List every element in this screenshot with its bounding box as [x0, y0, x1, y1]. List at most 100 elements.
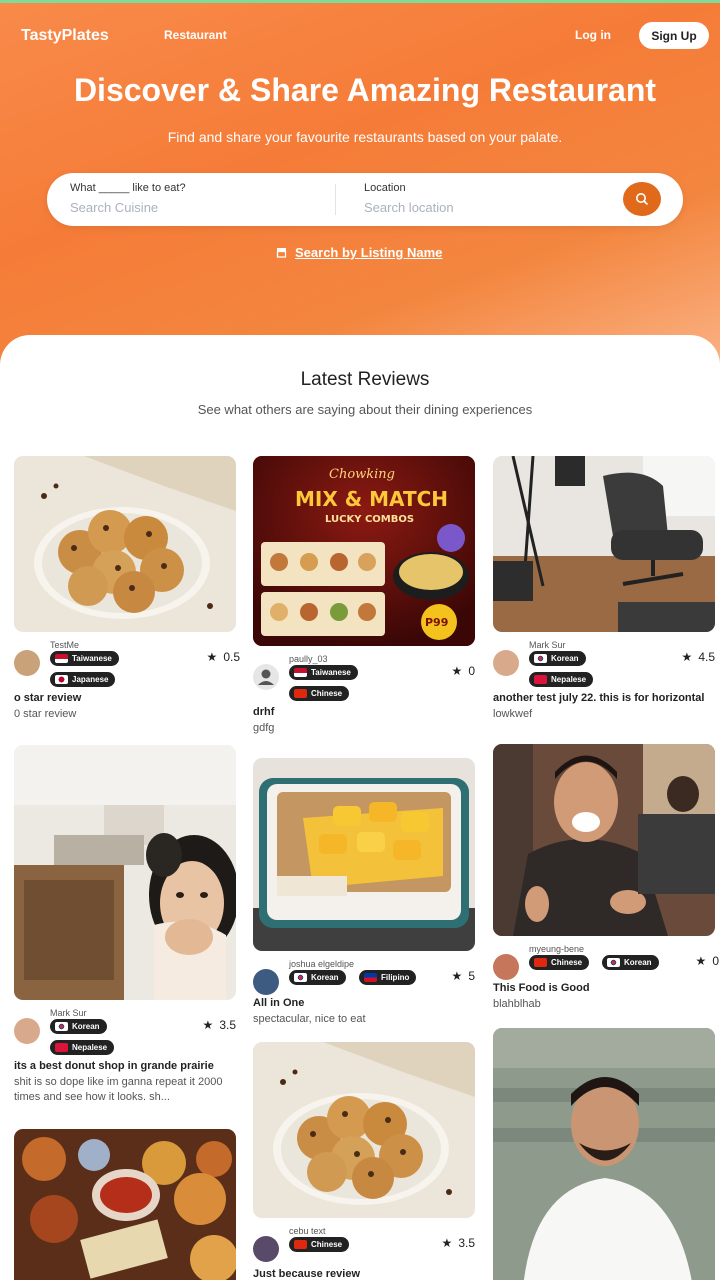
- hero-title: Discover & Share Amazing Restaurant: [73, 72, 657, 108]
- review-meta: TestMe Taiwanese Japanese ★ 0.5: [14, 638, 240, 688]
- office-room-image: [493, 456, 715, 632]
- cuisine-chip: Nepalese: [50, 1040, 115, 1055]
- avatar[interactable]: [493, 650, 519, 676]
- review-card[interactable]: cebu text Chinese ★ 3.5 Just because revi…: [253, 1042, 475, 1280]
- location-search-input[interactable]: [364, 198, 604, 216]
- search-by-listing-link[interactable]: Search by Listing Name: [276, 245, 442, 260]
- search-by-listing-label: Search by Listing Name: [295, 245, 443, 260]
- food-platter-image: [14, 1129, 236, 1280]
- promo-subheadline: LUCKY COMBOS: [325, 514, 414, 525]
- nepal-flag-icon: [55, 1043, 68, 1052]
- reviews-panel: Latest Reviews See what others are sayin…: [0, 335, 720, 1280]
- review-image: [493, 744, 715, 936]
- korea-flag-icon: [294, 973, 307, 982]
- review-meta: joshua elgeldipe Korean Filipino ★ 5: [253, 957, 475, 1007]
- promo-brand: Chowking: [329, 467, 395, 482]
- review-card[interactable]: Mark Sur Korean Nepalese ★ 3.5 its a best…: [14, 745, 236, 1105]
- review-card[interactable]: joshua elgeldipe Korean Filipino ★ 5 All …: [253, 758, 475, 1027]
- section-subtitle: See what others are saying about their d…: [197, 402, 533, 417]
- review-username: myeung-bene: [529, 944, 585, 954]
- cuisine-chip: Taiwanese: [50, 651, 119, 666]
- login-link[interactable]: Log in: [575, 28, 611, 42]
- cuisine-chip: Filipino: [359, 970, 417, 985]
- review-card[interactable]: [14, 1129, 236, 1280]
- china-flag-icon: [294, 1240, 307, 1249]
- review-meta: Mark Sur Korean Nepalese ★ 4.5: [493, 638, 715, 688]
- avatar[interactable]: [253, 664, 279, 690]
- signup-button[interactable]: Sign Up: [639, 22, 709, 49]
- avatar[interactable]: [14, 1018, 40, 1044]
- search-button[interactable]: [623, 182, 661, 216]
- review-body: 0 star review: [14, 708, 77, 720]
- review-username: Mark Sur: [50, 1008, 87, 1018]
- cookies-image: [253, 1042, 475, 1218]
- cuisine-search-input[interactable]: [70, 198, 310, 216]
- review-image: [14, 745, 236, 1000]
- review-meta: myeung-bene Chinese Korean ★ 0: [493, 942, 719, 992]
- cuisine-chip: Nepalese: [529, 672, 594, 687]
- store-icon: [276, 248, 287, 258]
- hero-subtitle: Find and share your favourite restaurant…: [167, 129, 563, 145]
- review-rating: ★ 0.5: [206, 650, 240, 664]
- korea-flag-icon: [55, 1022, 68, 1031]
- review-rating: ★ 4.5: [681, 650, 715, 664]
- logo[interactable]: TastyPlates: [21, 27, 109, 45]
- review-card[interactable]: myeung-bene Chinese Korean ★ 0 This Food …: [493, 744, 719, 1012]
- cuisine-chip: Taiwanese: [289, 665, 358, 680]
- review-rating: ★ 0: [695, 954, 719, 968]
- hero-banner: TastyPlates Restaurant Log in Sign Up Di…: [0, 0, 720, 380]
- review-image: [253, 758, 475, 951]
- review-title: o star review: [14, 692, 82, 704]
- review-rating: ★ 0: [451, 664, 475, 678]
- cuisine-label: What _____ like to eat?: [70, 182, 186, 194]
- star-icon: ★: [451, 969, 463, 983]
- nav-link-restaurant[interactable]: Restaurant: [164, 28, 227, 42]
- review-body: lowkwef: [493, 708, 533, 720]
- review-image: [14, 456, 236, 632]
- review-title: drhf: [253, 706, 275, 718]
- review-title: its a best donut shop in grande prairie: [14, 1060, 214, 1072]
- review-rating: ★ 3.5: [441, 1236, 475, 1250]
- star-icon: ★: [451, 664, 463, 678]
- review-body: blahblhab: [493, 998, 541, 1010]
- cuisine-chip: Korean: [289, 970, 346, 985]
- search-divider: [335, 184, 336, 215]
- shop-interior-image: [14, 745, 236, 1000]
- review-username: joshua elgeldipe: [289, 959, 355, 969]
- avatar[interactable]: [253, 969, 279, 995]
- review-meta: cebu text Chinese ★ 3.5: [253, 1224, 475, 1274]
- search-bar: What _____ like to eat? Location: [47, 173, 683, 226]
- section-title: Latest Reviews: [300, 369, 430, 390]
- review-title: another test july 22. this is for horizo…: [493, 692, 705, 704]
- review-image: Chowking MIX & MATCH LUCKY COMBOS P99: [253, 456, 475, 646]
- star-icon: ★: [681, 650, 693, 664]
- avatar[interactable]: [14, 650, 40, 676]
- review-username: cebu text: [289, 1226, 326, 1236]
- review-username: Mark Sur: [529, 640, 566, 650]
- cuisine-chip: Korean: [529, 651, 586, 666]
- review-card[interactable]: TestMe Taiwanese Japanese ★ 0.5 o star re…: [14, 456, 240, 722]
- review-meta: Mark Sur Korean Nepalese ★ 3.5: [14, 1006, 236, 1056]
- korea-flag-icon: [607, 958, 620, 967]
- cuisine-chip: Japanese: [50, 672, 116, 687]
- review-card[interactable]: Chowking MIX & MATCH LUCKY COMBOS P99 pa…: [253, 456, 475, 736]
- mango-float-image: [253, 758, 475, 951]
- laughing-man-image: [493, 744, 715, 936]
- avatar[interactable]: [493, 954, 519, 980]
- nepal-flag-icon: [534, 675, 547, 684]
- review-body: shit is so dope like im ganna repeat it …: [14, 1076, 223, 1103]
- review-card[interactable]: [493, 1028, 715, 1280]
- avatar[interactable]: [253, 1236, 279, 1262]
- taiwan-flag-icon: [294, 668, 307, 677]
- promo-headline: MIX & MATCH: [295, 487, 448, 511]
- star-icon: ★: [695, 954, 707, 968]
- review-card[interactable]: Mark Sur Korean Nepalese ★ 4.5 another te…: [493, 456, 715, 722]
- review-username: TestMe: [50, 640, 80, 650]
- cookies-image: [14, 456, 236, 632]
- smiling-man-image: [493, 1028, 715, 1280]
- japan-flag-icon: [55, 675, 68, 684]
- review-username: paully_03: [289, 654, 328, 664]
- location-label: Location: [364, 182, 406, 194]
- review-image: [253, 1042, 475, 1218]
- review-rating: ★ 3.5: [202, 1018, 236, 1032]
